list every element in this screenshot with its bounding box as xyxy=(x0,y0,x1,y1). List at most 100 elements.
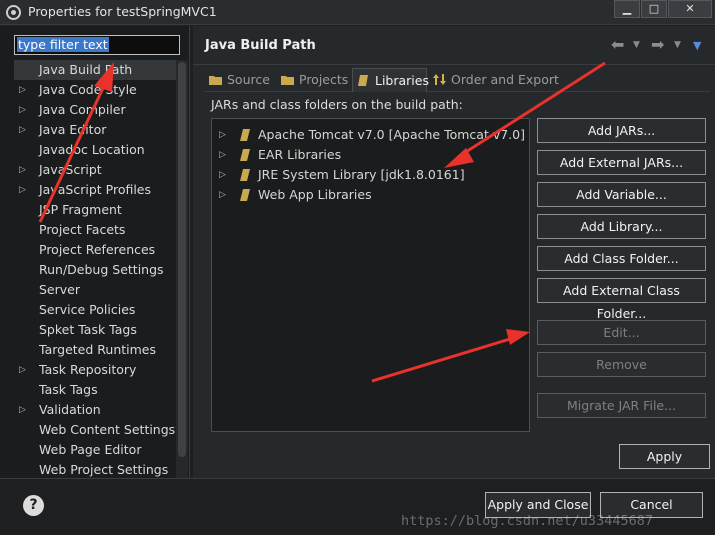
sidebar-item-label: JSP Fragment xyxy=(39,202,122,217)
chevron-down-icon[interactable]: ▼ xyxy=(674,40,681,50)
sidebar-item-label: Java Code Style xyxy=(39,82,137,97)
expand-arrow-icon[interactable]: ▷ xyxy=(19,80,26,100)
library-label: JRE System Library [jdk1.8.0161] xyxy=(258,167,465,182)
arrow-right-icon[interactable]: ➡ xyxy=(651,35,664,54)
sidebar-item[interactable]: ▷ Java Editor xyxy=(14,120,176,140)
add-external-jars-button[interactable]: Add External JARs... xyxy=(537,150,706,175)
sidebar-item-label: JavaScript xyxy=(39,162,102,177)
sort-arrows-icon xyxy=(433,74,446,85)
tab-source[interactable]: Source xyxy=(205,68,277,92)
tab-bar: Source Projects Libraries Order and Expo… xyxy=(205,68,710,92)
sidebar-item[interactable]: Service Policies xyxy=(14,300,176,320)
expand-arrow-icon[interactable]: ▷ xyxy=(19,360,26,380)
library-book-icon xyxy=(240,189,250,201)
add-variable-button[interactable]: Add Variable... xyxy=(537,182,706,207)
expand-arrow-icon[interactable]: ▷ xyxy=(19,160,26,180)
source-folder-icon xyxy=(209,76,222,85)
sidebar-item[interactable]: Java Build Path xyxy=(14,60,176,80)
sidebar-item[interactable]: Web Page Editor xyxy=(14,440,176,460)
edit-button[interactable]: Edit... xyxy=(537,320,706,345)
tab-libraries[interactable]: Libraries xyxy=(352,68,429,92)
page-title: Java Build Path xyxy=(205,38,316,53)
tab-projects-label: Projects xyxy=(299,72,349,87)
chevron-down-icon[interactable]: ▼ xyxy=(633,40,640,50)
expand-arrow-icon[interactable]: ▷ xyxy=(19,120,26,140)
sidebar-item[interactable]: Project References xyxy=(14,240,176,260)
sidebar-item[interactable]: Spket Task Tags xyxy=(14,320,176,340)
tab-projects[interactable]: Projects xyxy=(277,68,351,92)
preference-tree: Java Build Path ▷ Java Code Style ▷ Java Com… xyxy=(14,60,176,478)
sidebar-item[interactable]: ▷ JavaScript xyxy=(14,160,176,180)
remove-button[interactable]: Remove xyxy=(537,352,706,377)
sidebar-item[interactable]: Targeted Runtimes xyxy=(14,340,176,360)
sidebar-item[interactable]: ▷ Java Compiler xyxy=(14,100,176,120)
title-divider xyxy=(193,64,715,65)
library-book-icon xyxy=(358,75,368,86)
expand-arrow-icon[interactable]: ▷ xyxy=(19,100,26,120)
sidebar-item-label: Project Facets xyxy=(39,222,126,237)
window-title: Properties for testSpringMVC1 xyxy=(28,4,217,19)
library-book-icon xyxy=(240,149,250,161)
add-library-button[interactable]: Add Library... xyxy=(537,214,706,239)
sidebar-scrollbar[interactable] xyxy=(176,60,188,478)
sidebar-item-label: Task Tags xyxy=(39,382,98,397)
sidebar-item-label: Java Compiler xyxy=(39,102,126,117)
build-path-page: Java Build Path ⬅ ▼ ➡ ▼ ▼ Source Project… xyxy=(193,26,715,478)
apply-button[interactable]: Apply xyxy=(619,444,710,469)
sidebar-item[interactable]: Server xyxy=(14,280,176,300)
tab-order-label: Order and Export xyxy=(451,72,559,87)
help-icon[interactable]: ? xyxy=(23,495,44,516)
expand-arrow-icon[interactable]: ▷ xyxy=(219,145,226,165)
eclipse-app-icon xyxy=(6,5,21,20)
library-list: ▷ Apache Tomcat v7.0 [Apache Tomcat v7.0]… xyxy=(211,118,530,432)
expand-arrow-icon[interactable]: ▷ xyxy=(219,165,226,185)
sidebar-item[interactable]: Run/Debug Settings xyxy=(14,260,176,280)
library-label: Apache Tomcat v7.0 [Apache Tomcat v7.0] xyxy=(258,127,525,142)
sidebar-item-label: Task Repository xyxy=(39,362,137,377)
migrate-jar-file-button[interactable]: Migrate JAR File... xyxy=(537,393,706,418)
sidebar-item-label: Run/Debug Settings xyxy=(39,262,164,277)
filter-input[interactable]: type filter text xyxy=(14,35,180,55)
minimize-button[interactable]: ▁ xyxy=(614,0,640,18)
library-label: EAR Libraries xyxy=(258,147,342,162)
expand-arrow-icon[interactable]: ▷ xyxy=(19,180,26,200)
sidebar-item[interactable]: ▷ Java Code Style xyxy=(14,80,176,100)
sidebar-scrollbar-thumb[interactable] xyxy=(178,62,186,457)
arrow-left-icon[interactable]: ⬅ xyxy=(611,35,624,54)
library-book-icon xyxy=(240,169,250,181)
sidebar-item[interactable]: Web Project Settings xyxy=(14,460,176,478)
sidebar-item-label: Web Content Settings xyxy=(39,422,176,437)
sidebar-item-label: Validation xyxy=(39,402,101,417)
sidebar-item-label: Server xyxy=(39,282,80,297)
sidebar-item[interactable]: Task Tags xyxy=(14,380,176,400)
add-jars-button[interactable]: Add JARs... xyxy=(537,118,706,143)
add-external-class-folder-button[interactable]: Add External Class Folder... xyxy=(537,278,706,321)
sidebar-item-label: Spket Task Tags xyxy=(39,322,137,337)
library-label: Web App Libraries xyxy=(258,187,372,202)
maximize-button[interactable]: □ xyxy=(641,0,667,18)
preferences-sidebar: type filter text Java Build Path ▷ Java Co… xyxy=(0,26,190,478)
project-folder-icon xyxy=(281,76,294,85)
watermark: https://blog.csdn.net/u33445687 xyxy=(401,513,653,529)
sidebar-item[interactable]: ▷ Validation xyxy=(14,400,176,420)
sidebar-item-label: Service Policies xyxy=(39,302,136,317)
tab-order-and-export[interactable]: Order and Export xyxy=(429,68,559,92)
sidebar-item[interactable]: ▷ JavaScript Profiles xyxy=(14,180,176,200)
view-menu-icon[interactable]: ▼ xyxy=(693,39,701,52)
tab-libraries-label: Libraries xyxy=(375,73,429,88)
library-book-icon xyxy=(240,129,250,141)
close-button[interactable]: ✕ xyxy=(668,0,712,18)
sidebar-item[interactable]: ▷ Task Repository xyxy=(14,360,176,380)
add-class-folder-button[interactable]: Add Class Folder... xyxy=(537,246,706,271)
expand-arrow-icon[interactable]: ▷ xyxy=(19,400,26,420)
dialog-footer: ? Apply and Close Cancel https://blog.cs… xyxy=(0,478,715,535)
expand-arrow-icon[interactable]: ▷ xyxy=(219,125,226,145)
sidebar-item[interactable]: Project Facets xyxy=(14,220,176,240)
sidebar-item[interactable]: JSP Fragment xyxy=(14,200,176,220)
sidebar-item[interactable]: Web Content Settings xyxy=(14,420,176,440)
sidebar-item-label: Web Page Editor xyxy=(39,442,142,457)
sidebar-item[interactable]: Javadoc Location xyxy=(14,140,176,160)
section-label: JARs and class folders on the build path… xyxy=(211,97,463,112)
expand-arrow-icon[interactable]: ▷ xyxy=(219,185,226,205)
sidebar-item-label: Javadoc Location xyxy=(39,142,145,157)
